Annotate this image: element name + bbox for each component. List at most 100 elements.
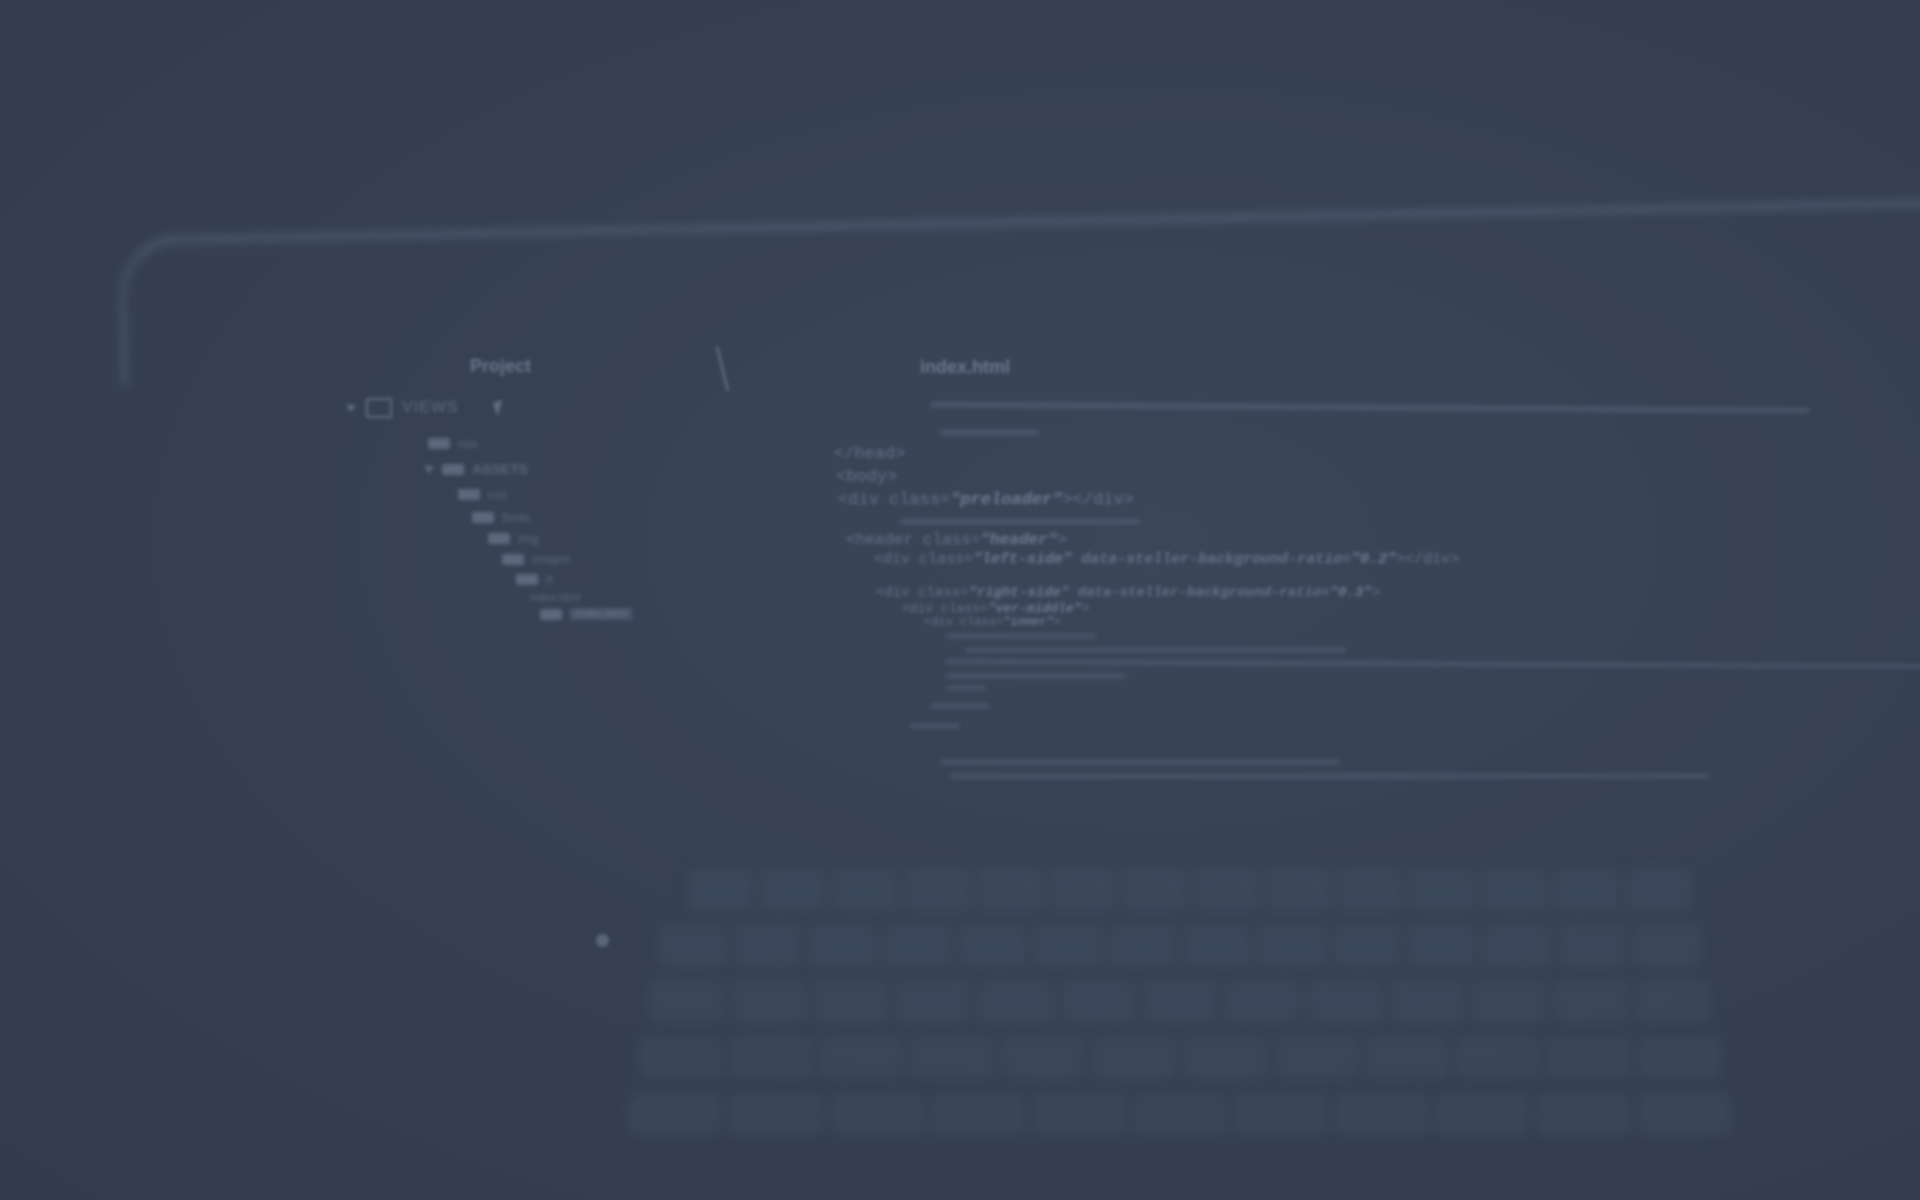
keyboard-key	[1094, 1038, 1175, 1078]
keyboard-key	[932, 1094, 1024, 1134]
code-line-blurred	[946, 674, 1126, 678]
keyboard-key	[730, 1094, 822, 1134]
keyboard-key	[1184, 1038, 1266, 1078]
keyboard-key	[1635, 926, 1700, 966]
code-line-blurred	[945, 659, 1920, 669]
keyboard-key	[821, 1038, 903, 1078]
tree-item[interactable]: fonts	[472, 510, 530, 525]
keyboard-key	[630, 1094, 721, 1134]
tree-item-label: css	[488, 487, 508, 502]
keyboard-key	[960, 926, 1025, 966]
keyboard-key	[1308, 982, 1381, 1022]
keyboard-key	[732, 982, 805, 1022]
code-line-blurred	[950, 774, 1710, 778]
keyboard-key	[1411, 870, 1474, 910]
code-line-blurred	[966, 648, 1346, 652]
keyboard-key	[735, 926, 800, 966]
keyboard-key	[650, 982, 723, 1022]
keyboard-key	[814, 982, 887, 1022]
keyboard-key	[1134, 1094, 1226, 1134]
code-line-blurred	[940, 760, 1340, 764]
code-line-blurred	[910, 724, 960, 728]
keyboard-key	[1485, 926, 1550, 966]
keyboard-key	[1538, 1094, 1630, 1134]
keyboard-key	[885, 926, 950, 966]
folder-icon	[428, 438, 450, 449]
keyboard-key	[1267, 870, 1330, 910]
keyboard-key	[1035, 926, 1100, 966]
keyboard-key	[1483, 870, 1546, 910]
keyboard-key	[1143, 982, 1217, 1022]
folder-icon	[502, 553, 524, 565]
keyboard-key	[834, 870, 897, 910]
tree-item-label: img	[518, 531, 539, 546]
tree-item[interactable]: index.html	[530, 592, 580, 604]
keyboard-row	[640, 1038, 1720, 1078]
keyboard-key	[1275, 1038, 1357, 1078]
code-line-blurred	[929, 401, 1811, 414]
tree-root-views[interactable]: VIEWS	[346, 398, 507, 418]
tree-item[interactable]: js	[516, 573, 554, 585]
file-icon	[540, 608, 562, 620]
tree-item-label: fonts	[502, 510, 531, 525]
code-line-blurred	[946, 634, 1096, 638]
tree-item-assets[interactable]: ASSETS	[424, 461, 528, 477]
keyboard-key	[1194, 870, 1258, 910]
tree-item[interactable]: img	[488, 531, 539, 546]
keyboard-key	[1110, 926, 1175, 966]
keyboard-key	[1366, 1038, 1448, 1078]
folder-icon	[472, 512, 494, 523]
editor-tab-title[interactable]: index.html	[920, 357, 1010, 378]
project-panel-title: Project	[470, 356, 532, 376]
code-line: <header class="header">	[846, 531, 1067, 549]
keyboard-key	[1555, 982, 1628, 1022]
keyboard-key	[1560, 926, 1625, 966]
code-line-blurred	[930, 704, 990, 708]
keyboard-key	[1637, 982, 1711, 1022]
code-line-blurred	[940, 430, 1040, 435]
keyboard-key	[1260, 926, 1325, 966]
tree-item-label: index.html	[570, 608, 633, 620]
keyboard-key	[1050, 870, 1113, 910]
keyboard-key	[810, 926, 875, 966]
tree-item[interactable]: images	[502, 552, 571, 566]
tree-item[interactable]: css	[428, 436, 478, 451]
tree-item[interactable]: css	[458, 487, 508, 502]
keyboard-key	[896, 982, 970, 1022]
tree-item-label: css	[458, 436, 478, 451]
expand-arrow-icon[interactable]	[424, 465, 434, 473]
keyboard-key	[1339, 870, 1402, 910]
keyboard-key	[1627, 870, 1690, 910]
keyboard-key	[1410, 926, 1475, 966]
mouse-pointer-icon	[492, 399, 507, 417]
tree-item-label: images	[532, 552, 571, 566]
keyboard-key	[762, 870, 825, 910]
tree-item-selected[interactable]: index.html	[540, 608, 633, 620]
code-line: <div class="right-side" data-steller-bac…	[876, 585, 1381, 601]
keyboard-row	[660, 926, 1700, 966]
keyboard-key	[1437, 1094, 1529, 1134]
folder-icon	[458, 489, 480, 500]
tree-item-label: js	[546, 573, 554, 585]
tree-root-label: VIEWS	[402, 399, 459, 416]
folder-icon	[442, 463, 464, 475]
code-line: <body>	[836, 468, 898, 487]
expand-arrow-icon[interactable]	[346, 404, 356, 412]
desktop-background: Project VIEWS css ASSETS css fonts img i…	[0, 0, 1920, 1200]
code-line: <div class="inner">	[924, 615, 1061, 629]
keyboard-key	[1390, 982, 1464, 1022]
code-line: </head>	[834, 445, 906, 464]
panel-divider[interactable]	[715, 346, 730, 392]
keyboard-key	[730, 1038, 812, 1078]
keyboard-key	[978, 870, 1041, 910]
keyboard-key	[660, 926, 725, 966]
keyboard-row	[650, 982, 1711, 1022]
code-line: <div class="ver-middle">	[902, 601, 1090, 616]
keyboard-row	[630, 1094, 1730, 1134]
keyboard-key	[912, 1038, 994, 1078]
code-line: <div class="preloader"></div>	[838, 491, 1134, 510]
keyboard-key	[1639, 1094, 1730, 1134]
keyboard-key	[1639, 1038, 1720, 1078]
keyboard-row	[690, 870, 1690, 910]
keyboard-key	[1335, 926, 1400, 966]
